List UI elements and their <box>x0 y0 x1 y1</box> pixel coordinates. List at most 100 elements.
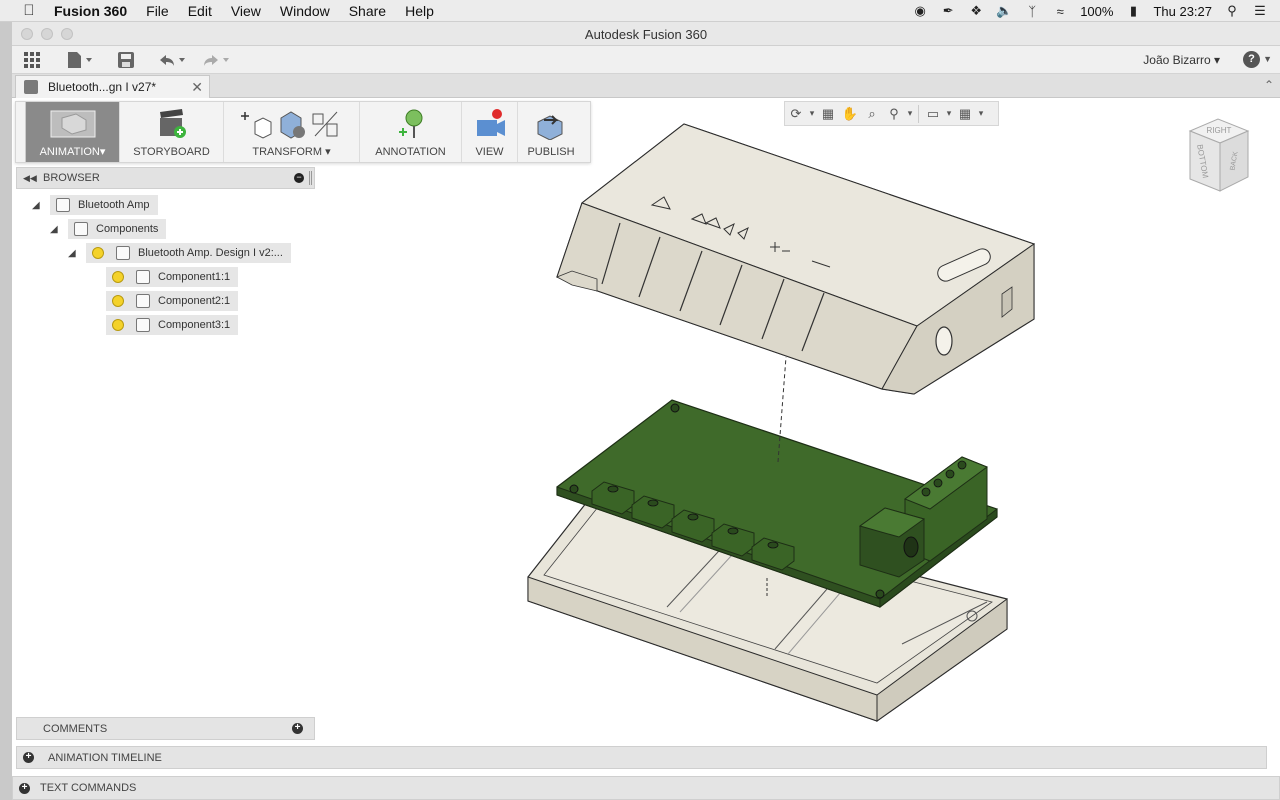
storyboard-clapper-icon <box>159 109 186 138</box>
visibility-bulb-icon[interactable] <box>112 319 124 331</box>
tree-item-component-2[interactable]: Component2:1 <box>106 291 239 311</box>
tree-item-label: Bluetooth Amp. Design I v2:... <box>138 247 283 259</box>
collapse-tabs-chevron-icon[interactable]: ⌃ <box>1264 78 1274 92</box>
circle-status-icon[interactable]: ◉ <box>912 3 928 19</box>
tree-item-component-1[interactable]: Component1:1 <box>106 267 239 287</box>
undo-icon[interactable] <box>158 50 186 70</box>
exploded-assembly-model[interactable] <box>12 99 1280 800</box>
expand-timeline-icon[interactable]: + <box>23 752 34 763</box>
menu-view[interactable]: View <box>231 3 261 19</box>
tree-item-design[interactable]: ◢ Bluetooth Amp. Design I v2:... <box>68 243 291 263</box>
design-icon <box>24 80 38 94</box>
toolbar-grip[interactable] <box>16 102 26 162</box>
window-title: Autodesk Fusion 360 <box>584 27 708 42</box>
bluetooth-icon[interactable]: ᛉ <box>1024 3 1040 19</box>
expand-triangle-icon[interactable]: ◢ <box>50 224 62 235</box>
tree-item-label: Component1:1 <box>158 271 231 283</box>
animation-timeline-header[interactable]: + ANIMATION TIMELINE <box>16 746 1267 769</box>
visibility-bulb-icon[interactable] <box>92 247 104 259</box>
battery-percent[interactable]: 100% <box>1080 4 1113 19</box>
tree-item-label: Component2:1 <box>158 295 231 307</box>
restore-home-icon <box>280 111 305 139</box>
nav-separator <box>918 104 919 123</box>
linked-design-icon <box>116 246 130 260</box>
user-account-menu[interactable]: João Bizarro ▾ <box>1143 53 1220 67</box>
help-caret-icon[interactable]: ▼ <box>1263 54 1272 64</box>
component-icon <box>136 270 150 284</box>
viewcube-right-face[interactable]: RIGHT <box>1207 126 1232 135</box>
expand-text-commands-icon[interactable]: + <box>19 782 30 794</box>
save-icon[interactable] <box>118 50 134 70</box>
navigation-bar: ⟳ ▾ ▦ ✋ ⌕ ⚲ ▾ ▭ ▾ ▦ ▾ <box>784 101 999 126</box>
close-tab-icon[interactable]: ✕ <box>191 79 203 96</box>
orbit-icon[interactable]: ⟳ <box>785 104 807 124</box>
browser-resize-grip[interactable] <box>309 171 312 185</box>
annotation-button[interactable]: ANNOTATION <box>360 102 462 162</box>
macos-menu-bar:  Fusion 360 File Edit View Window Share… <box>0 0 1280 22</box>
wifi-icon[interactable]: ≈ <box>1052 3 1068 19</box>
tree-item-label: Bluetooth Amp <box>78 199 150 211</box>
add-comment-icon[interactable]: + <box>292 723 303 734</box>
browser-minimize-icon[interactable]: − <box>294 173 304 183</box>
tree-item-component-3[interactable]: Component3:1 <box>106 315 239 335</box>
storyboard-button[interactable]: STORYBOARD <box>120 102 224 162</box>
assembly-icon <box>56 198 70 212</box>
display-caret-icon[interactable]: ▾ <box>944 104 954 124</box>
battery-icon[interactable]: ▮ <box>1125 3 1141 19</box>
workspace-label-text: ANIMATION <box>39 146 100 158</box>
notification-center-icon[interactable]: ☰ <box>1252 3 1268 19</box>
browser-panel-header[interactable]: ◀◀ BROWSER − <box>16 167 315 189</box>
file-menu-icon[interactable] <box>67 50 93 70</box>
grid-caret-icon[interactable]: ▾ <box>976 104 986 124</box>
expand-triangle-icon[interactable]: ◢ <box>68 248 80 259</box>
fit-icon[interactable]: ⚲ <box>883 104 905 124</box>
volume-icon[interactable]: 🔈 <box>996 3 1012 19</box>
publish-button[interactable]: PUBLISH <box>518 102 584 162</box>
expand-triangle-icon[interactable]: ◢ <box>32 200 44 211</box>
text-commands-bar[interactable]: + TEXT COMMANDS <box>12 776 1280 800</box>
menu-file[interactable]: File <box>146 3 169 19</box>
folder-components-icon <box>74 222 88 236</box>
document-tab[interactable]: Bluetooth...gn I v27* ✕ <box>15 75 210 98</box>
menu-clock[interactable]: Thu 23:27 <box>1153 4 1212 19</box>
transform-menu[interactable]: TRANSFORM ▾ <box>224 102 360 162</box>
app-menu[interactable]: Fusion 360 <box>54 3 127 19</box>
view-camera-icon <box>476 109 505 136</box>
visibility-bulb-icon[interactable] <box>112 271 124 283</box>
view-label: VIEW <box>475 146 504 158</box>
collapse-browser-icon[interactable]: ◀◀ <box>23 173 37 184</box>
grid-settings-icon[interactable]: ▦ <box>954 104 976 124</box>
quick-access-toolbar: João Bizarro ▾ ? ▼ <box>12 46 1280 74</box>
workspace-switcher[interactable]: ANIMATION▾ <box>26 102 120 162</box>
display-settings-icon[interactable]: ▭ <box>922 104 944 124</box>
menu-help[interactable]: Help <box>405 3 434 19</box>
pan-hand-icon[interactable]: ✋ <box>839 104 861 124</box>
tree-item-components-folder[interactable]: ◢ Components <box>50 219 167 239</box>
enclosure-cover[interactable] <box>556 123 1036 395</box>
3d-canvas[interactable] <box>12 99 1280 800</box>
visibility-bulb-icon[interactable] <box>112 295 124 307</box>
spotlight-search-icon[interactable]: ⚲ <box>1224 3 1240 19</box>
menu-edit[interactable]: Edit <box>188 3 212 19</box>
fit-caret-icon[interactable]: ▾ <box>905 104 915 124</box>
menu-window[interactable]: Window <box>280 3 330 19</box>
redo-icon[interactable] <box>202 50 230 70</box>
dropbox-icon[interactable]: ❖ <box>968 3 984 19</box>
data-panel-grid-icon[interactable] <box>24 50 40 70</box>
menu-share[interactable]: Share <box>349 3 386 19</box>
browser-title: BROWSER <box>43 172 100 184</box>
apple-menu-icon[interactable]:  <box>20 2 38 19</box>
look-at-icon[interactable]: ▦ <box>817 104 839 124</box>
publish-icon <box>537 115 563 140</box>
tree-item-root[interactable]: ◢ Bluetooth Amp <box>32 195 158 215</box>
orbit-caret-icon[interactable]: ▾ <box>807 104 817 124</box>
comments-panel-header[interactable]: COMMENTS + <box>16 717 315 740</box>
view-button[interactable]: VIEW <box>462 102 518 162</box>
pen-status-icon[interactable]: ✒ <box>940 3 956 19</box>
annotation-label: ANNOTATION <box>375 146 446 158</box>
viewcube[interactable]: RIGHT BOTTOM BACK <box>1182 117 1257 195</box>
document-tab-bar: Bluetooth...gn I v27* ✕ ⌃ <box>12 74 1280 98</box>
window-titlebar: Autodesk Fusion 360 <box>12 22 1280 46</box>
help-icon[interactable]: ? <box>1243 51 1260 68</box>
zoom-icon[interactable]: ⌕ <box>861 104 883 124</box>
